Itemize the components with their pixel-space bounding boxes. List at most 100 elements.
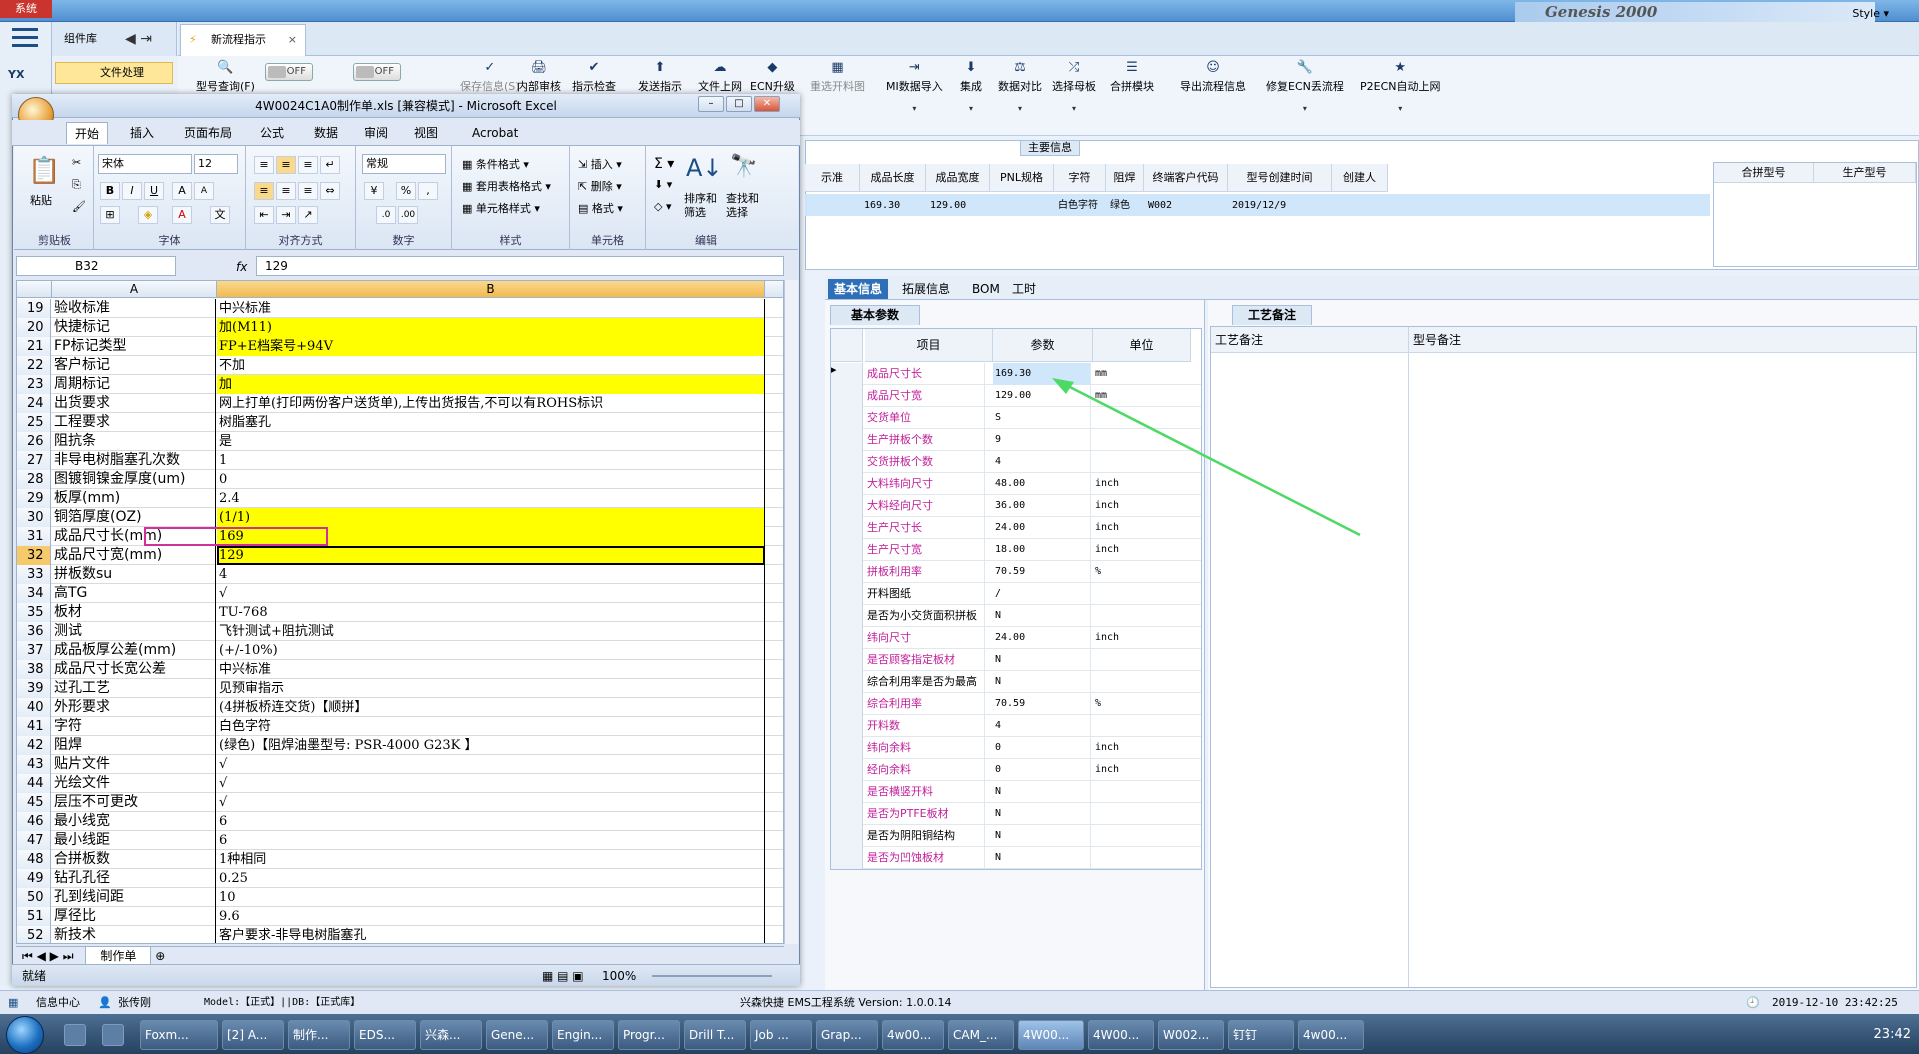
row-number[interactable]: 39 (17, 679, 51, 698)
toolbar-button-9[interactable]: ⬇ 集成 ▾ (960, 60, 982, 113)
toolbar-button-8[interactable]: ⇥ MI数据导入 ▾ (886, 60, 943, 113)
param-value[interactable]: N (993, 847, 1091, 869)
row-number[interactable]: 46 (17, 812, 51, 831)
cell-b[interactable]: 加(M11) (217, 318, 765, 337)
cell-a[interactable]: 阻抗条 (52, 432, 216, 451)
param-value[interactable]: 70.59 (993, 693, 1091, 715)
cell-b[interactable]: 见预审指示 (217, 679, 765, 698)
shrink-font-icon[interactable]: A (194, 182, 214, 200)
param-row[interactable]: 综合利用率是否为最高 N (831, 671, 1201, 693)
toolbar-button-15[interactable]: ★ P2ECN自动上网 ▾ (1360, 60, 1441, 113)
row-number[interactable]: 22 (17, 356, 51, 375)
conditional-format-button[interactable]: ▦ 条件格式 ▾ (462, 156, 529, 172)
format-painter-icon[interactable]: 🖌 (72, 200, 86, 213)
formula-bar[interactable]: 129 (256, 256, 784, 276)
taskbar-item[interactable]: [2] A... (222, 1020, 284, 1050)
toolbar-button-5[interactable]: ☁ 文件上网 (698, 60, 742, 94)
toolbar-button-3[interactable]: ✔ 指示检查 (572, 60, 616, 94)
param-row[interactable]: 经向余料 0 inch (831, 759, 1201, 781)
row-number[interactable]: 38 (17, 660, 51, 679)
row-number[interactable]: 49 (17, 869, 51, 888)
taskbar-item[interactable]: Gene... (486, 1020, 548, 1050)
ribbon-tab-6[interactable]: 视图 (406, 122, 446, 144)
cell-a[interactable]: 测试 (52, 622, 216, 641)
row-number[interactable]: 40 (17, 698, 51, 717)
column-header-b[interactable]: B (217, 281, 765, 298)
maximize-button[interactable]: □ (726, 96, 752, 112)
row-number[interactable]: 50 (17, 888, 51, 907)
percent-icon[interactable]: % (396, 182, 416, 200)
comma-icon[interactable]: , (418, 182, 438, 200)
param-row[interactable]: 是否为凹蚀板材 N (831, 847, 1201, 869)
model-remark-field[interactable] (1409, 353, 1916, 987)
cell-a[interactable]: 周期标记 (52, 375, 216, 394)
cell-b[interactable]: √ (217, 793, 765, 812)
row-number[interactable]: 52 (17, 926, 51, 943)
row-number[interactable]: 51 (17, 907, 51, 926)
rail-shortcut[interactable]: YX (8, 68, 42, 86)
taskbar-item[interactable]: 4W00... (1018, 1020, 1084, 1050)
fill-color-icon[interactable]: ◈ (138, 206, 158, 224)
row-number[interactable]: 28 (17, 470, 51, 489)
increase-indent-icon[interactable]: ⇥ (276, 206, 296, 224)
taskbar-item[interactable]: Progr... (618, 1020, 680, 1050)
cell-b[interactable]: √ (217, 755, 765, 774)
cell-b[interactable]: 中兴标准 (217, 660, 765, 679)
cut-icon[interactable]: ✂ (72, 156, 81, 169)
row-number[interactable]: 31 (17, 527, 51, 546)
dropdown-arrow-icon[interactable]: ▾ (1052, 104, 1096, 113)
cell-b[interactable]: 树脂塞孔 (217, 413, 765, 432)
row-number[interactable]: 23 (17, 375, 51, 394)
param-row[interactable]: 拼板利用率 70.59% (831, 561, 1201, 583)
param-value[interactable]: N (993, 825, 1091, 847)
cell-b[interactable]: √ (217, 774, 765, 793)
bold-icon[interactable]: B (100, 182, 120, 200)
cell-a[interactable]: 成品尺寸宽(mm) (52, 546, 216, 565)
toolbar-button-2[interactable]: 🖨 内部审核 (517, 60, 561, 94)
taskbar-item[interactable]: 4W00... (1088, 1020, 1154, 1050)
cell-a[interactable]: 最小线距 (52, 831, 216, 850)
fx-icon[interactable]: fx (236, 260, 247, 274)
dropdown-arrow-icon[interactable]: ▾ (886, 104, 943, 113)
cell-b[interactable]: (+/-10%) (217, 641, 765, 660)
find-icon[interactable]: 🔭 (730, 154, 757, 179)
row-number[interactable]: 26 (17, 432, 51, 451)
param-value[interactable]: 0 (993, 759, 1091, 781)
tab-work-hours[interactable]: 工时 (1006, 279, 1042, 299)
cell-b[interactable]: 0 (217, 470, 765, 489)
cell-a[interactable]: 新技术 (52, 926, 216, 943)
copy-icon[interactable]: ⎘ (72, 178, 81, 192)
row-number[interactable]: 24 (17, 394, 51, 413)
font-name-select[interactable]: 宋体 (98, 154, 192, 174)
toolbar-button-0[interactable]: 🔍 型号查询(F) (196, 60, 255, 94)
ie-quicklaunch-icon[interactable] (64, 1024, 86, 1046)
row-number[interactable]: 48 (17, 850, 51, 869)
param-value[interactable]: / (993, 583, 1091, 605)
cell-b[interactable]: (4拼板桥连交货)【顺拼】 (217, 698, 765, 717)
taskbar-item[interactable]: Job ... (750, 1020, 812, 1050)
file-processing-item[interactable]: 文件处理 (55, 62, 173, 84)
align-center-icon[interactable]: ≡ (276, 182, 296, 200)
cell-a[interactable]: 板厚(mm) (52, 489, 216, 508)
decrease-decimal-icon[interactable]: .00 (398, 206, 418, 224)
cell-a[interactable]: 铜箔厚度(OZ) (52, 508, 216, 527)
cell-a[interactable]: 层压不可更改 (52, 793, 216, 812)
ribbon-tab-7[interactable]: Acrobat (464, 122, 526, 144)
basic-params-tab[interactable]: 基本参数 (830, 305, 920, 325)
cell-b[interactable]: 不加 (217, 356, 765, 375)
taskbar-item[interactable]: 4w00... (1298, 1020, 1364, 1050)
cell-a[interactable]: 客户标记 (52, 356, 216, 375)
param-value[interactable]: N (993, 671, 1091, 693)
row-number[interactable]: 43 (17, 755, 51, 774)
toggle-switch-2[interactable]: OFF (353, 63, 401, 81)
info-center-link[interactable]: 信息中心 (36, 991, 80, 1015)
tab-new-process[interactable]: ⚡ 新流程指示 × (180, 24, 306, 56)
style-menu[interactable]: Style ▾ (1852, 7, 1889, 20)
row-number[interactable]: 47 (17, 831, 51, 850)
cell-b[interactable]: 中兴标准 (217, 299, 765, 318)
merge-center-icon[interactable]: ⇔ (320, 182, 340, 200)
cell-a[interactable]: FP标记类型 (52, 337, 216, 356)
toolbar-button-10[interactable]: ⚖ 数据对比 ▾ (998, 60, 1042, 113)
cell-a[interactable]: 拼板数su (52, 565, 216, 584)
select-all-corner[interactable] (17, 281, 52, 298)
